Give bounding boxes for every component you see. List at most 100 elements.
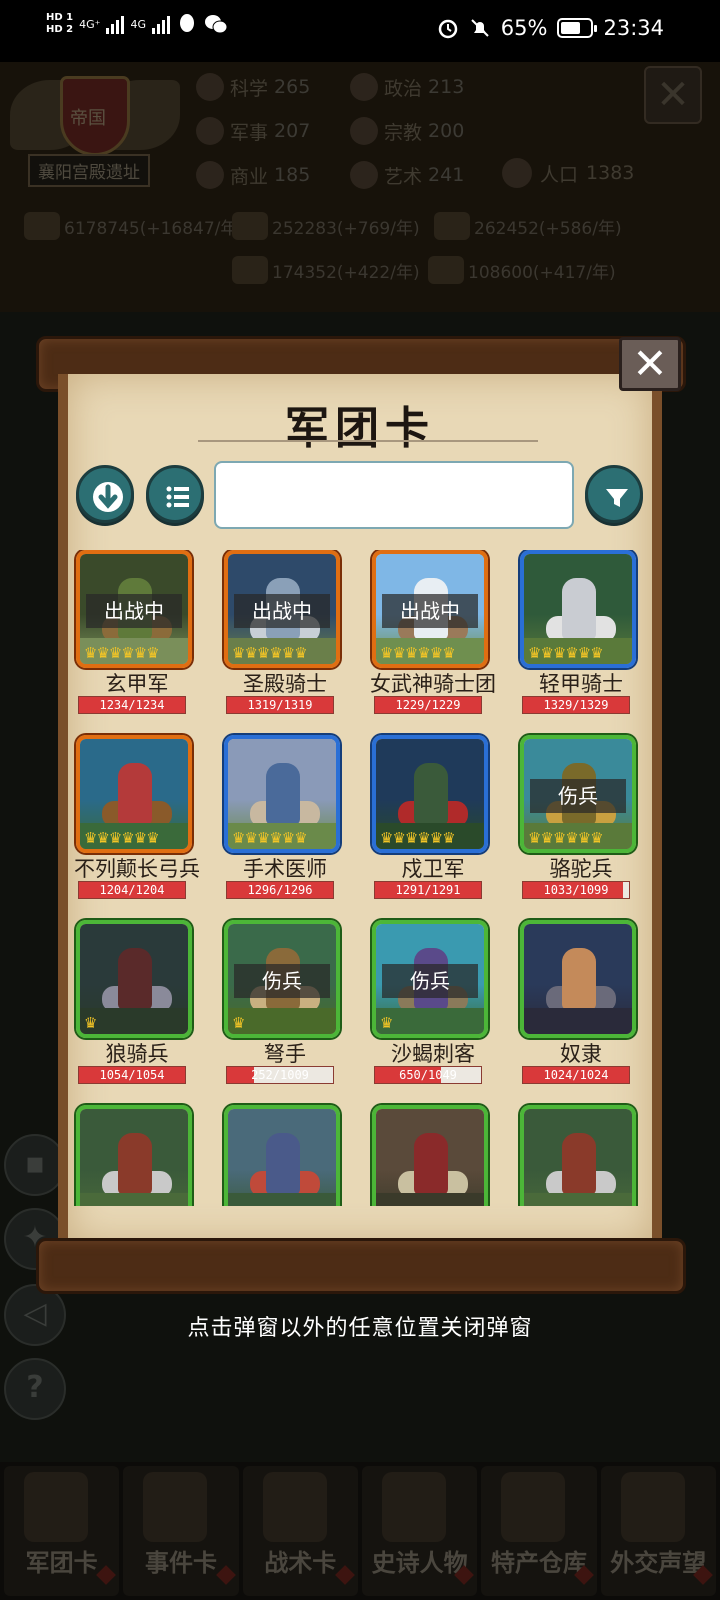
resource-stone: 174352(+422/年) (232, 256, 420, 284)
card-name: 沙蝎刺客 (391, 1042, 475, 1066)
nav-epic-figures: 史诗人物 (361, 1466, 478, 1596)
popup-title: 军团卡 (285, 403, 435, 454)
legion-card[interactable]: ♛♛♛♛♛♛ 轻甲骑士 1329/1329 (506, 550, 656, 730)
mute-icon (471, 19, 489, 37)
network-indicators: HD 1 HD 2 4G⁺ 4G (46, 12, 228, 36)
search-input[interactable] (214, 461, 574, 529)
resource-value: 174352(+422/年) (272, 262, 420, 283)
legion-card[interactable]: ♛ 伤兵弩手 252/1009 (210, 920, 360, 1100)
hp-bar: 1033/1099 (522, 881, 630, 899)
system-indicators: 65% 23:34 (437, 16, 664, 40)
empire-badge: 帝国 (70, 108, 106, 129)
card-portrait: ♛♛♛♛♛♛ 伤兵 (520, 735, 636, 853)
stat-politics: 政治 213 (350, 70, 500, 104)
stat-military: 军事 207 (196, 114, 346, 148)
resource-value: 262452(+586/年) (474, 218, 622, 239)
legion-card[interactable]: ♛ 狼骑兵 1054/1054 (62, 920, 212, 1100)
close-icon: ✕ (644, 66, 702, 124)
card-status-tag: 伤兵 (382, 964, 478, 998)
commerce-icon (196, 161, 224, 189)
signal-icon (106, 14, 125, 34)
title-divider (198, 440, 538, 442)
stat-value: 207 (274, 120, 311, 142)
chat-icon: ▪ (4, 1134, 66, 1196)
stat-label: 政治 (384, 77, 423, 100)
card-name: 狼骑兵 (105, 1042, 169, 1066)
qq-icon (179, 14, 194, 32)
card-portrait: ♛ (76, 920, 192, 1038)
stat-value: 213 (428, 76, 465, 98)
sort-down-icon (93, 482, 123, 512)
legion-card[interactable]: ♛♛♛♛♛♛ 手术医师 1296/1296 (210, 735, 360, 915)
list-view-button[interactable] (146, 465, 204, 523)
hp-bar: 1234/1234 (78, 696, 186, 714)
alarm-icon (438, 19, 458, 39)
card-portrait: ♛♛♛♛♛♛ (520, 550, 636, 668)
stat-science: 科学 265 (196, 70, 346, 104)
card-name: 圣殿骑士 (243, 672, 327, 696)
crossed-swords-icon (262, 1472, 327, 1542)
hp-bar: 1024/1024 (522, 1066, 630, 1084)
star-rating-crowns: ♛♛♛♛♛♛ (232, 644, 308, 662)
filter-icon (606, 489, 628, 507)
star-rating-crowns: ♛ (232, 1014, 245, 1032)
stat-label: 宗教 (384, 121, 423, 144)
help-icon: ? (4, 1358, 66, 1420)
legion-card[interactable] (358, 1105, 508, 1206)
hd-bottom-label: HD 2 (46, 24, 74, 35)
legion-card[interactable]: ♛ 伤兵 沙蝎刺客 650/1049 (358, 920, 508, 1100)
stat-value: 185 (274, 164, 311, 186)
population-label: 人口 (540, 163, 579, 186)
filter-button[interactable] (585, 465, 643, 523)
legion-card[interactable]: 奴隶 1024/1024 (506, 920, 656, 1100)
empire-emblem: 帝国 襄阳宫殿遗址 (10, 70, 180, 190)
card-portrait: ♛♛♛♛♛♛ 出战中 (224, 550, 340, 668)
hd-top-label: HD 1 (46, 12, 74, 23)
network-type-2: 4G (130, 17, 146, 31)
legion-card[interactable]: ♛♛♛♛♛♛ 不列颠长弓兵 1204/1204 (62, 735, 212, 915)
card-portrait: ♛ 伤兵 (372, 920, 488, 1038)
card-name: 女武神骑士团 (370, 672, 496, 696)
card-portrait: ♛♛♛♛♛♛ 出战中 (76, 550, 192, 668)
star-rating-crowns: ♛♛♛♛♛♛ (84, 829, 160, 847)
nav-event-cards: 事件卡 (123, 1466, 239, 1596)
chest-icon (501, 1472, 566, 1542)
military-icon (196, 117, 224, 145)
card-portrait: ♛ 伤兵 (224, 920, 340, 1038)
card-status-tag: 出战中 (86, 594, 182, 628)
card-name: 轻甲骑士 (539, 672, 623, 696)
card-portrait (372, 1105, 488, 1206)
card-name: 玄甲军 (105, 672, 169, 696)
legion-card[interactable]: ♛♛♛♛♛♛ 伤兵骆驼兵 1033/1099 (506, 735, 656, 915)
hp-text: 252/1009 (251, 1068, 309, 1082)
star-rating-crowns: ♛♛♛♛♛♛ (84, 644, 160, 662)
star-rating-crowns: ♛♛♛♛♛♛ (380, 644, 456, 662)
resource-value: 6178745(+16847/年) (64, 218, 245, 239)
gold-icon (24, 212, 60, 240)
card-portrait (520, 920, 636, 1038)
empire-header: 帝国 襄阳宫殿遗址 科学 265 政治 213 军事 207 宗教 200 商业 185 … (0, 62, 720, 312)
stat-commerce: 商业 185 (196, 158, 346, 192)
card-portrait (520, 1105, 636, 1206)
legion-card[interactable] (62, 1105, 212, 1206)
legion-card[interactable]: ♛♛♛♛♛♛ 出战中 女武神骑士团 1229/1229 (358, 550, 508, 730)
scroll-rod-bottom (36, 1238, 686, 1294)
unit-art (376, 1109, 484, 1206)
sort-button[interactable] (76, 465, 134, 523)
hp-bar: 1229/1229 (374, 696, 482, 714)
legion-card[interactable] (210, 1105, 360, 1206)
bottom-nav: 军团卡 事件卡 战术卡 史诗人物 特产仓库 外交声望 (0, 1462, 720, 1600)
legion-card[interactable]: ♛♛♛♛♛♛ 出战中玄甲军 1234/1234 (62, 550, 212, 730)
card-name: 弩手 (264, 1042, 306, 1066)
close-button[interactable]: ✕ (619, 337, 681, 391)
legion-card[interactable]: ♛♛♛♛♛♛ 戍卫军 1291/1291 (358, 735, 508, 915)
stat-value: 241 (428, 164, 465, 186)
hp-text: 1204/1204 (99, 883, 165, 897)
card-name: 不列颠长弓兵 (74, 857, 200, 881)
hp-text: 1054/1054 (99, 1068, 165, 1082)
legion-card[interactable] (506, 1105, 656, 1206)
hp-bar: 1291/1291 (374, 881, 482, 899)
stat-label: 军事 (230, 121, 269, 144)
legion-card[interactable]: ♛♛♛♛♛♛ 出战中 圣殿骑士 1319/1319 (210, 550, 360, 730)
card-name: 骆驼兵 (549, 857, 613, 881)
